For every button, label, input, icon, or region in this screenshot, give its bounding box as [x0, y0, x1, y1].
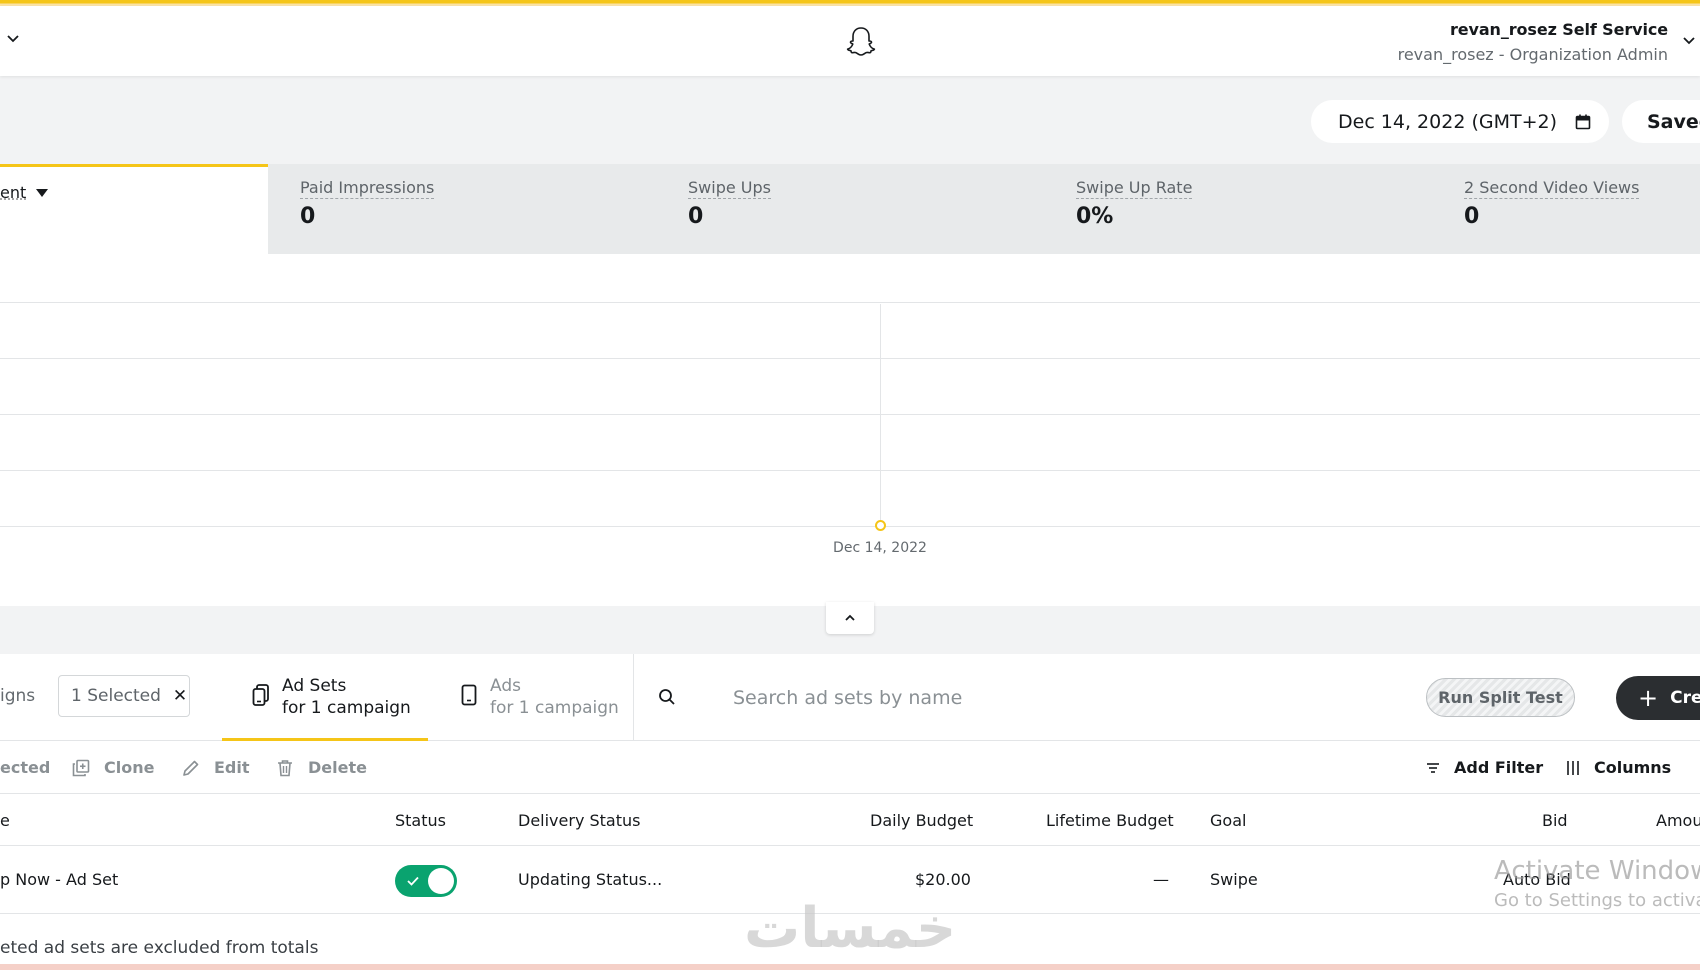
create-label: Cre	[1670, 688, 1700, 708]
metric-value: 0	[688, 204, 704, 229]
table-toolbar: ected Clone Edit Delete Add Filter Colum…	[0, 741, 1700, 794]
add-filter-label: Add Filter	[1454, 758, 1544, 777]
search-icon	[659, 689, 675, 705]
metric-label: 2 Second Video Views	[1464, 178, 1640, 199]
add-filter-button[interactable]: Add Filter	[1426, 741, 1543, 794]
column-header-bid[interactable]: Bid	[1542, 811, 1568, 830]
tab-ad-sets[interactable]: Ad Sets for 1 campaign	[222, 654, 428, 741]
clone-label: Clone	[104, 758, 155, 777]
metric-label: Swipe Up Rate	[1076, 178, 1193, 199]
ad-set-name[interactable]: p Now - Ad Set	[0, 870, 118, 889]
pencil-icon	[183, 760, 199, 776]
entity-tabs-bar: igns 1 Selected ✕ Ad Sets for 1 campaign…	[0, 654, 1700, 741]
delete-button[interactable]: Delete	[276, 741, 367, 794]
metrics-bar: ent Paid Impressions 0 Swipe Ups 0 Swipe…	[0, 164, 1700, 254]
metric-paid-impressions[interactable]: Paid Impressions 0	[268, 164, 656, 254]
ad-phone-icon	[461, 684, 477, 706]
edit-label: Edit	[214, 758, 250, 777]
metric-value: 0	[1464, 204, 1480, 229]
selected-label: ected	[0, 758, 51, 777]
metric-selector-label: ent	[0, 183, 27, 202]
bottom-strip	[0, 964, 1700, 970]
daily-budget-value[interactable]: $20.00	[915, 870, 971, 889]
metric-selector[interactable]: ent	[0, 164, 268, 254]
gridline	[0, 470, 1700, 471]
snapchat-ghost-icon[interactable]	[843, 24, 879, 60]
gridline	[0, 302, 1700, 303]
ad-sets-icon	[252, 684, 269, 706]
column-header-goal[interactable]: Goal	[1210, 811, 1246, 830]
chevron-down-icon[interactable]	[6, 32, 20, 46]
column-header-name[interactable]: e	[0, 811, 10, 830]
tab-campaigns[interactable]: igns	[0, 686, 35, 706]
activate-windows-title: Activate Windows	[1494, 856, 1700, 886]
account-name: revan_rosez Self Service	[1449, 20, 1668, 39]
gridline	[0, 526, 1700, 527]
delete-label: Delete	[308, 758, 367, 777]
status-toggle[interactable]	[395, 865, 457, 897]
tab-ads[interactable]: Ads for 1 campaign	[460, 654, 619, 741]
account-role: revan_rosez - Organization Admin	[1397, 45, 1668, 64]
saved-label: Saved	[1647, 110, 1700, 133]
selected-chip[interactable]: 1 Selected ✕	[58, 675, 190, 717]
metric-swipe-ups[interactable]: Swipe Ups 0	[656, 164, 1044, 254]
plus-icon: +	[1638, 684, 1659, 712]
tab-subtitle: for 1 campaign	[490, 698, 619, 718]
selected-chip-label: 1 Selected	[71, 686, 161, 706]
date-range-picker[interactable]: Dec 14, 2022 (GMT+2)	[1311, 100, 1609, 143]
split-test-label: Run Split Test	[1438, 688, 1563, 707]
date-marker-line	[880, 304, 881, 526]
column-header-delivery-status[interactable]: Delivery Status	[518, 811, 640, 830]
data-point[interactable]	[875, 520, 886, 531]
metric-swipe-up-rate[interactable]: Swipe Up Rate 0%	[1044, 164, 1432, 254]
gridline	[0, 358, 1700, 359]
search-ad-sets-input[interactable]	[733, 678, 1133, 718]
metric-label: Paid Impressions	[300, 178, 435, 199]
caret-down-icon	[36, 189, 48, 197]
clone-button[interactable]: Clone	[72, 741, 154, 794]
calendar-icon	[1575, 114, 1591, 129]
x-axis-label: Dec 14, 2022	[833, 540, 927, 556]
trash-icon	[278, 759, 292, 776]
tab-title: Ads	[490, 676, 521, 696]
run-split-test-button[interactable]: Run Split Test	[1426, 678, 1575, 717]
column-header-amount[interactable]: Amou	[1656, 811, 1700, 830]
column-header-daily-budget[interactable]: Daily Budget	[870, 811, 973, 830]
saved-button[interactable]: Saved	[1622, 100, 1700, 143]
columns-label: Columns	[1594, 758, 1672, 777]
metric-value: 0	[300, 204, 316, 229]
metric-value: 0%	[1076, 204, 1114, 229]
gridline	[0, 414, 1700, 415]
date-range-label: Dec 14, 2022 (GMT+2)	[1338, 110, 1558, 133]
toggle-knob	[428, 868, 454, 894]
column-header-status[interactable]: Status	[395, 811, 446, 830]
collapse-chart-button[interactable]	[826, 602, 874, 634]
tab-title: Ad Sets	[282, 676, 347, 696]
site-watermark: خمسات	[744, 896, 957, 961]
columns-button[interactable]: Columns	[1566, 741, 1671, 794]
columns-icon	[1567, 760, 1579, 775]
account-switcher[interactable]: revan_rosez Self Service revan_rosez - O…	[1398, 20, 1668, 64]
chevron-up-icon	[845, 614, 855, 621]
close-icon[interactable]: ✕	[173, 686, 187, 706]
column-header-lifetime-budget[interactable]: Lifetime Budget	[1046, 811, 1174, 830]
selected-toggle[interactable]: ected	[0, 741, 50, 794]
app-header: revan_rosez Self Service revan_rosez - O…	[0, 6, 1700, 76]
performance-chart: Dec 14, 2022	[0, 254, 1700, 606]
filter-icon	[1427, 762, 1439, 773]
lifetime-budget-value: —	[1153, 870, 1169, 889]
goal-value: Swipe	[1210, 870, 1258, 889]
delivery-status: Updating Status...	[518, 870, 663, 889]
chevron-down-icon[interactable]	[1682, 34, 1696, 48]
check-icon	[407, 876, 419, 886]
metric-2-second-video-views[interactable]: 2 Second Video Views 0	[1432, 164, 1700, 254]
metric-label: Swipe Ups	[688, 178, 771, 199]
create-button[interactable]: + Cre	[1616, 676, 1700, 720]
clone-icon	[72, 759, 90, 776]
tab-subtitle: for 1 campaign	[282, 698, 411, 718]
edit-button[interactable]: Edit	[182, 741, 250, 794]
divider	[633, 654, 634, 741]
table-header: e Status Delivery Status Daily Budget Li…	[0, 794, 1700, 846]
activate-windows-subtitle: Go to Settings to activat	[1494, 890, 1700, 911]
